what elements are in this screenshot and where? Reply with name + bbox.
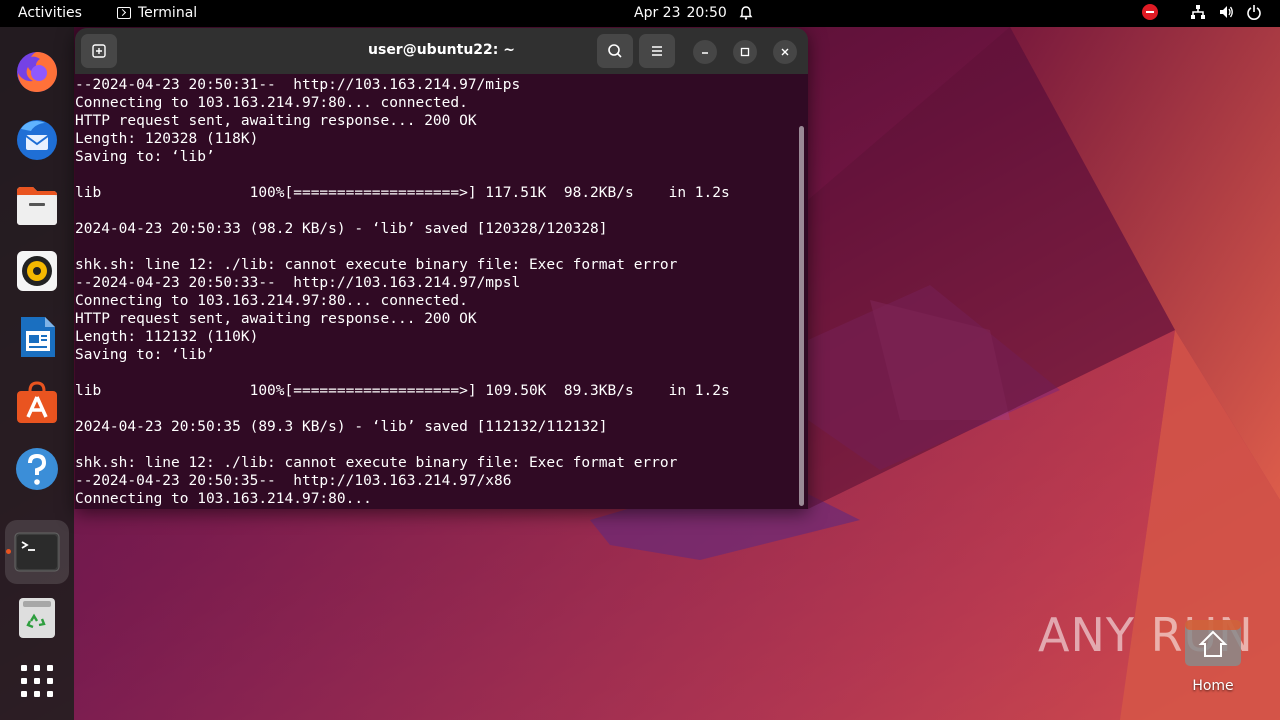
terminal-icon[interactable] xyxy=(13,528,61,576)
terminal-scrollbar[interactable] xyxy=(799,126,804,506)
maximize-icon xyxy=(740,47,750,57)
terminal-line: shk.sh: line 12: ./lib: cannot execute b… xyxy=(75,455,678,471)
terminal-line: --2024-04-23 20:50:35-- http://103.163.2… xyxy=(75,473,512,489)
terminal-line: 2024-04-23 20:50:35 (89.3 KB/s) - ‘lib’ … xyxy=(75,419,608,435)
terminal-line: Length: 112132 (110K) xyxy=(75,329,259,345)
writer-icon[interactable] xyxy=(13,313,61,361)
search-button[interactable] xyxy=(597,34,633,68)
terminal-headerbar[interactable]: user@ubuntu22: ~ xyxy=(75,28,808,74)
terminal-line: lib 100%[===================>] 117.51K 9… xyxy=(75,185,730,201)
minimize-icon xyxy=(702,52,708,54)
terminal-line: Length: 120328 (118K) xyxy=(75,131,259,147)
close-button[interactable] xyxy=(773,40,797,64)
app-menu-button[interactable]: Terminal xyxy=(117,5,197,21)
terminal-line: Saving to: ‘lib’ xyxy=(75,149,215,165)
clock-date: Apr 23 xyxy=(634,5,681,21)
minimize-button[interactable] xyxy=(693,40,717,64)
close-icon xyxy=(781,48,789,56)
top-bar: Activities Terminal Apr 23 20:50 xyxy=(0,0,1280,27)
system-tray[interactable] xyxy=(1142,4,1262,20)
terminal-line: HTTP request sent, awaiting response... … xyxy=(75,113,477,129)
trash-icon[interactable] xyxy=(13,594,61,642)
terminal-window[interactable]: user@ubuntu22: ~ --2024-04-23 20:50:31--… xyxy=(75,28,808,509)
network-wired-icon xyxy=(1191,5,1205,19)
clock-button[interactable]: Apr 23 20:50 xyxy=(634,5,727,21)
terminal-line: shk.sh: line 12: ./lib: cannot execute b… xyxy=(75,257,678,273)
power-icon xyxy=(1247,5,1261,20)
terminal-line: Connecting to 103.163.214.97:80... conne… xyxy=(75,293,468,309)
terminal-line: --2024-04-23 20:50:33-- http://103.163.2… xyxy=(75,275,521,291)
rhythmbox-icon[interactable] xyxy=(13,247,61,295)
thunderbird-icon[interactable] xyxy=(13,115,61,163)
terminal-icon xyxy=(117,7,131,19)
files-icon[interactable] xyxy=(13,181,61,229)
terminal-line: Connecting to 103.163.214.97:80... xyxy=(75,491,372,507)
terminal-output-area[interactable]: --2024-04-23 20:50:31-- http://103.163.2… xyxy=(75,74,808,509)
search-icon xyxy=(608,44,622,58)
terminal-line: Connecting to 103.163.214.97:80... conne… xyxy=(75,95,468,111)
app-menu-label: Terminal xyxy=(138,5,198,21)
app-grid-icon[interactable] xyxy=(13,657,61,705)
clock-time: 20:50 xyxy=(686,5,727,21)
volume-icon xyxy=(1220,6,1233,18)
maximize-button[interactable] xyxy=(733,40,757,64)
running-indicator xyxy=(6,549,11,554)
terminal-line: HTTP request sent, awaiting response... … xyxy=(75,311,477,327)
activities-button[interactable]: Activities xyxy=(18,5,82,21)
do-not-disturb-icon xyxy=(1142,4,1158,20)
notification-bell-icon[interactable] xyxy=(738,5,754,21)
terminal-line: 2024-04-23 20:50:33 (98.2 KB/s) - ‘lib’ … xyxy=(75,221,608,237)
software-icon[interactable] xyxy=(13,379,61,427)
hamburger-icon xyxy=(652,46,662,56)
terminal-output: --2024-04-23 20:50:31-- http://103.163.2… xyxy=(75,76,730,508)
terminal-line: --2024-04-23 20:50:31-- http://103.163.2… xyxy=(75,77,521,93)
terminal-line: lib 100%[===================>] 109.50K 8… xyxy=(75,383,730,399)
home-folder-icon[interactable] xyxy=(1183,618,1243,668)
home-folder-label[interactable]: Home xyxy=(1170,678,1256,694)
firefox-icon[interactable] xyxy=(13,48,61,96)
help-icon[interactable] xyxy=(13,445,61,493)
terminal-line: Saving to: ‘lib’ xyxy=(75,347,215,363)
menu-button[interactable] xyxy=(639,34,675,68)
